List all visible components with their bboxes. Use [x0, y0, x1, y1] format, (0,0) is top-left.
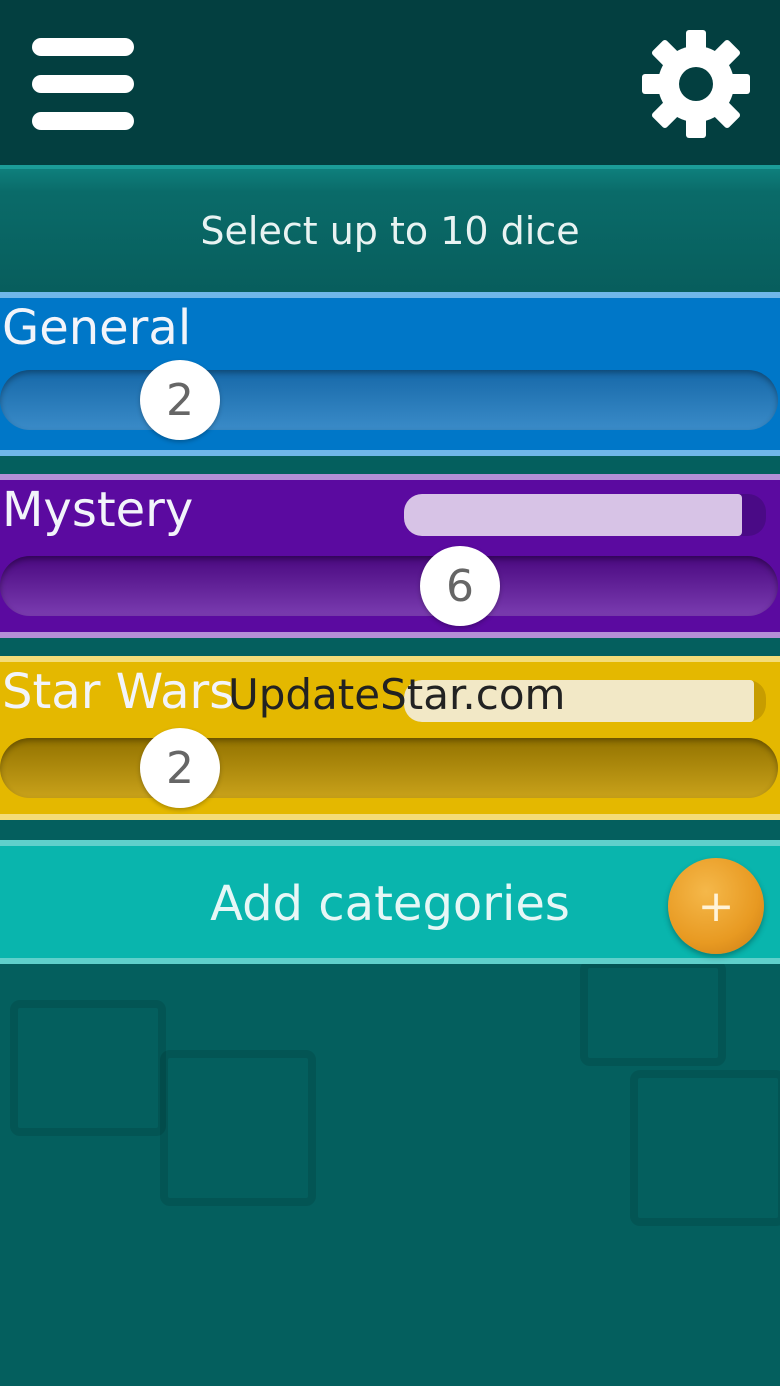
dice-count-slider[interactable]: [0, 556, 778, 616]
add-categories-bar[interactable]: Add categories +: [0, 840, 780, 964]
background-decoration: [160, 1050, 316, 1206]
category-name: Mystery: [2, 482, 194, 538]
hamburger-menu-icon[interactable]: [32, 36, 136, 132]
top-app-bar: [0, 0, 780, 165]
instruction-banner: Select up to 10 dice: [0, 165, 780, 297]
menu-bar-line: [32, 112, 134, 130]
category-name: Star Wars: [2, 664, 235, 720]
instruction-text: Select up to 10 dice: [200, 209, 580, 253]
menu-bar-line: [32, 38, 134, 56]
category-label-pill-fill: [404, 494, 742, 536]
dice-count-slider[interactable]: [0, 370, 778, 430]
category-name: General: [2, 300, 192, 356]
category-mystery: Mystery 6: [0, 474, 780, 638]
slider-thumb[interactable]: 2: [140, 728, 220, 808]
add-categories-label: Add categories: [210, 876, 570, 932]
slider-thumb[interactable]: 6: [420, 546, 500, 626]
plus-icon[interactable]: +: [668, 858, 764, 954]
dice-count-slider[interactable]: [0, 738, 778, 798]
background-decoration: [580, 960, 726, 1066]
gear-icon[interactable]: [640, 28, 752, 140]
slider-thumb[interactable]: 2: [140, 360, 220, 440]
watermark: UpdateStar.com: [228, 670, 566, 719]
category-general: General 2: [0, 292, 780, 456]
background-decoration: [10, 1000, 166, 1136]
background-decoration: [630, 1070, 780, 1226]
menu-bar-line: [32, 75, 134, 93]
